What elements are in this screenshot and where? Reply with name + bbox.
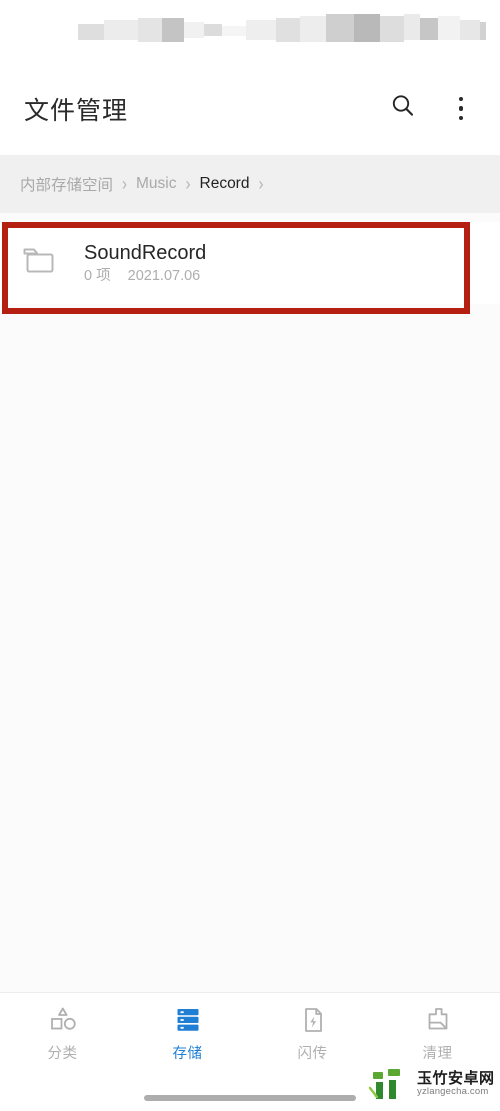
- nav-tab-storage-label: 存储: [172, 1046, 203, 1062]
- home-indicator[interactable]: [144, 1094, 356, 1101]
- more-options-icon: [458, 96, 464, 121]
- list-item-name: SoundRecord: [84, 241, 207, 264]
- flash-transfer-icon: [298, 1005, 328, 1035]
- list-item-text: SoundRecord 0 项 2021.07.06: [66, 242, 482, 285]
- list-item-count: 0 项: [84, 267, 111, 284]
- nav-tab-clean[interactable]: 清理: [375, 1005, 500, 1063]
- chevron-right-icon: ›: [258, 173, 264, 195]
- chevron-right-icon: ›: [185, 173, 191, 195]
- watermark-logo-icon: [368, 1064, 412, 1104]
- breadcrumb-item-root[interactable]: 内部存储空间: [20, 173, 113, 195]
- app-bar: 文件管理: [0, 62, 500, 155]
- nav-tab-storage[interactable]: 存储: [125, 1005, 250, 1063]
- nav-tab-category[interactable]: 分类: [0, 1005, 125, 1063]
- phone-screen: 文件管理 内部存储空间 › Music › Record › SoundReco…: [0, 0, 500, 1111]
- broom-clean-icon: [423, 1005, 453, 1035]
- nav-tab-flash-transfer[interactable]: 闪传: [250, 1005, 375, 1063]
- chevron-right-icon: ›: [122, 173, 128, 195]
- file-list-row-container: SoundRecord 0 项 2021.07.06: [0, 222, 500, 314]
- more-options-button[interactable]: [444, 92, 478, 126]
- folder-icon-wrap: [22, 246, 66, 281]
- watermark-site-name: 玉竹安卓网: [417, 1070, 495, 1088]
- page-title: 文件管理: [24, 96, 129, 125]
- list-item[interactable]: SoundRecord 0 项 2021.07.06: [0, 222, 500, 304]
- file-list: SoundRecord 0 项 2021.07.06: [0, 213, 500, 992]
- nav-tab-flash-transfer-label: 闪传: [297, 1046, 328, 1062]
- list-item-meta: 0 项 2021.07.06: [84, 268, 482, 285]
- breadcrumb: 内部存储空间 › Music › Record ›: [0, 155, 500, 213]
- app-bar-actions: [386, 92, 478, 126]
- folder-icon: [22, 246, 56, 281]
- status-bar-redacted-overlay: [78, 14, 486, 48]
- search-button[interactable]: [386, 92, 420, 126]
- nav-tab-category-label: 分类: [47, 1046, 78, 1062]
- status-bar: [0, 0, 500, 62]
- breadcrumb-item-music[interactable]: Music: [136, 175, 176, 193]
- watermark-text: 玉竹安卓网 yzlangecha.com: [417, 1071, 495, 1097]
- list-top-spacer: [0, 213, 500, 222]
- storage-stack-icon: [173, 1005, 203, 1035]
- search-icon: [390, 93, 416, 124]
- breadcrumb-item-record[interactable]: Record: [200, 175, 250, 193]
- site-watermark: 玉竹安卓网 yzlangecha.com: [364, 1059, 496, 1109]
- list-item-date: 2021.07.06: [127, 267, 201, 284]
- watermark-site-url: yzlangecha.com: [417, 1086, 489, 1098]
- shapes-category-icon: [48, 1005, 78, 1035]
